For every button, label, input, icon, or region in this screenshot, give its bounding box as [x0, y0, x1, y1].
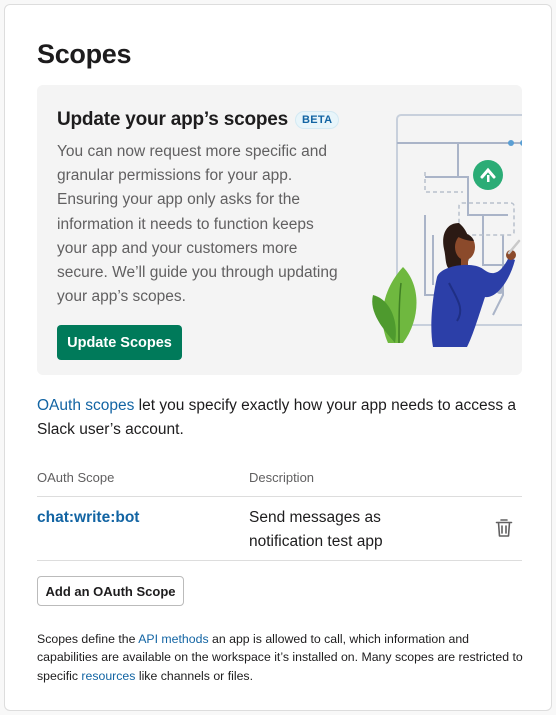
- scopes-illustration: [372, 114, 522, 347]
- table-header-row: OAuth Scope Description: [37, 463, 522, 497]
- trash-icon[interactable]: [495, 518, 513, 538]
- update-scopes-banner: Update your app’s scopes BETA You can no…: [37, 85, 522, 375]
- banner-description: You can now request more specific and gr…: [57, 143, 338, 306]
- oauth-scopes-intro: OAuth scopes let you specify exactly how…: [37, 394, 527, 442]
- update-scopes-button[interactable]: Update Scopes: [57, 325, 182, 360]
- oauth-scopes-link[interactable]: OAuth scopes: [37, 397, 134, 414]
- scopes-footnote: Scopes define the API methods an app is …: [37, 630, 527, 685]
- description-column-header: Description: [249, 470, 315, 485]
- banner-title: Update your app’s scopes: [57, 109, 289, 130]
- footnote-text: like channels or files.: [135, 668, 253, 683]
- scope-name: chat:write:bot: [37, 509, 140, 526]
- resources-link[interactable]: resources: [81, 669, 135, 683]
- oauth-scopes-table: OAuth Scope Description chat:write:bot S…: [37, 463, 522, 561]
- footnote-text: Scopes define the: [37, 632, 139, 646]
- banner-heading: Update your app’s scopes BETA: [57, 109, 340, 131]
- add-oauth-scope-button[interactable]: Add an OAuth Scope: [37, 576, 184, 606]
- table-row: chat:write:bot Send messages as notifica…: [37, 497, 522, 561]
- page-title: Scopes: [37, 39, 132, 69]
- oauth-scope-column-header: OAuth Scope: [37, 470, 115, 485]
- scope-description: Send messages as notification test app: [249, 509, 383, 550]
- scopes-card: Scopes Update your app’s scopes BETA You…: [4, 4, 552, 711]
- api-methods-link[interactable]: API methods: [138, 632, 208, 646]
